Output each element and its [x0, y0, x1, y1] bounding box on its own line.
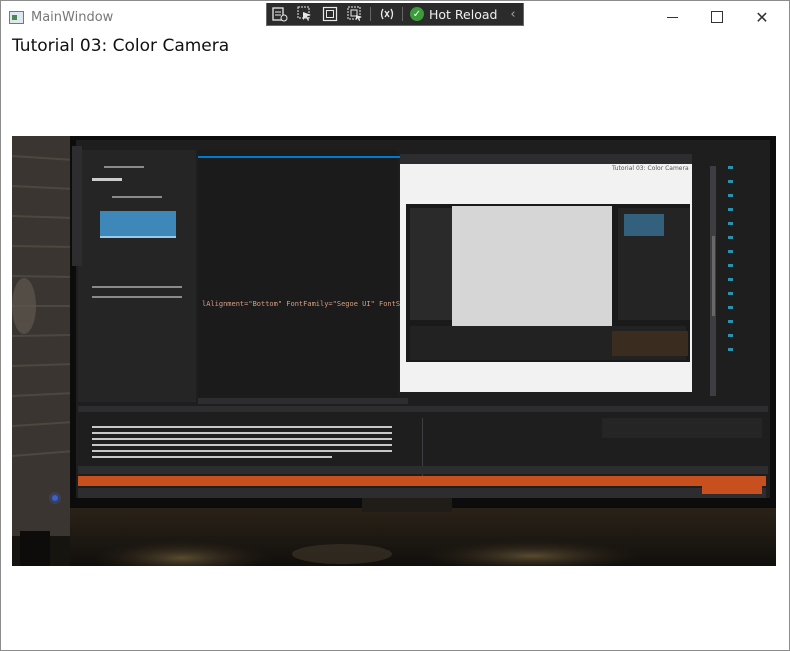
binding-failures-button[interactable]	[374, 3, 399, 25]
live-visual-tree-icon	[271, 7, 287, 22]
select-element-icon	[297, 6, 311, 21]
display-layout-adorners-button[interactable]	[317, 3, 342, 25]
reflected-code-text: lAlignment="Bottom" FontFamily="Segoe UI…	[202, 300, 417, 308]
track-focused-element-icon	[347, 6, 362, 21]
close-button[interactable]: ✕	[739, 1, 785, 33]
toolbar-separator	[402, 7, 403, 21]
track-focused-element-button[interactable]	[342, 3, 367, 25]
main-window: MainWindow ✕ ✓ Hot Reload ‹ Tutorial 03:…	[0, 0, 790, 651]
minimize-icon	[666, 16, 678, 18]
display-layout-adorners-icon	[322, 6, 337, 22]
maximize-icon	[711, 11, 723, 23]
color-camera-image: lAlignment="Bottom" FontFamily="Segoe UI…	[12, 136, 776, 566]
select-element-button[interactable]	[292, 3, 317, 25]
svg-text:Tutorial 03: Color Camera: Tutorial 03: Color Camera	[611, 165, 689, 172]
hot-reload-button[interactable]: ✓ Hot Reload	[406, 3, 497, 25]
toolbar-separator	[370, 7, 371, 21]
xaml-debug-toolbar: ✓ Hot Reload ‹	[266, 3, 524, 26]
chevron-left-icon: ‹	[510, 6, 516, 22]
app-icon	[9, 11, 24, 24]
hot-reload-label: Hot Reload	[429, 6, 498, 22]
minimize-button[interactable]	[649, 1, 695, 33]
page-heading: Tutorial 03: Color Camera	[12, 36, 230, 56]
live-visual-tree-button[interactable]	[267, 3, 292, 25]
window-title: MainWindow	[31, 10, 114, 25]
collapse-toolbar-button[interactable]: ‹	[503, 3, 523, 25]
binding-failures-icon	[380, 8, 393, 20]
maximize-button[interactable]	[694, 1, 740, 33]
close-icon: ✕	[755, 7, 769, 27]
hot-reload-status-icon: ✓	[410, 7, 424, 21]
camera-frame: lAlignment="Bottom" FontFamily="Segoe UI…	[12, 136, 776, 566]
